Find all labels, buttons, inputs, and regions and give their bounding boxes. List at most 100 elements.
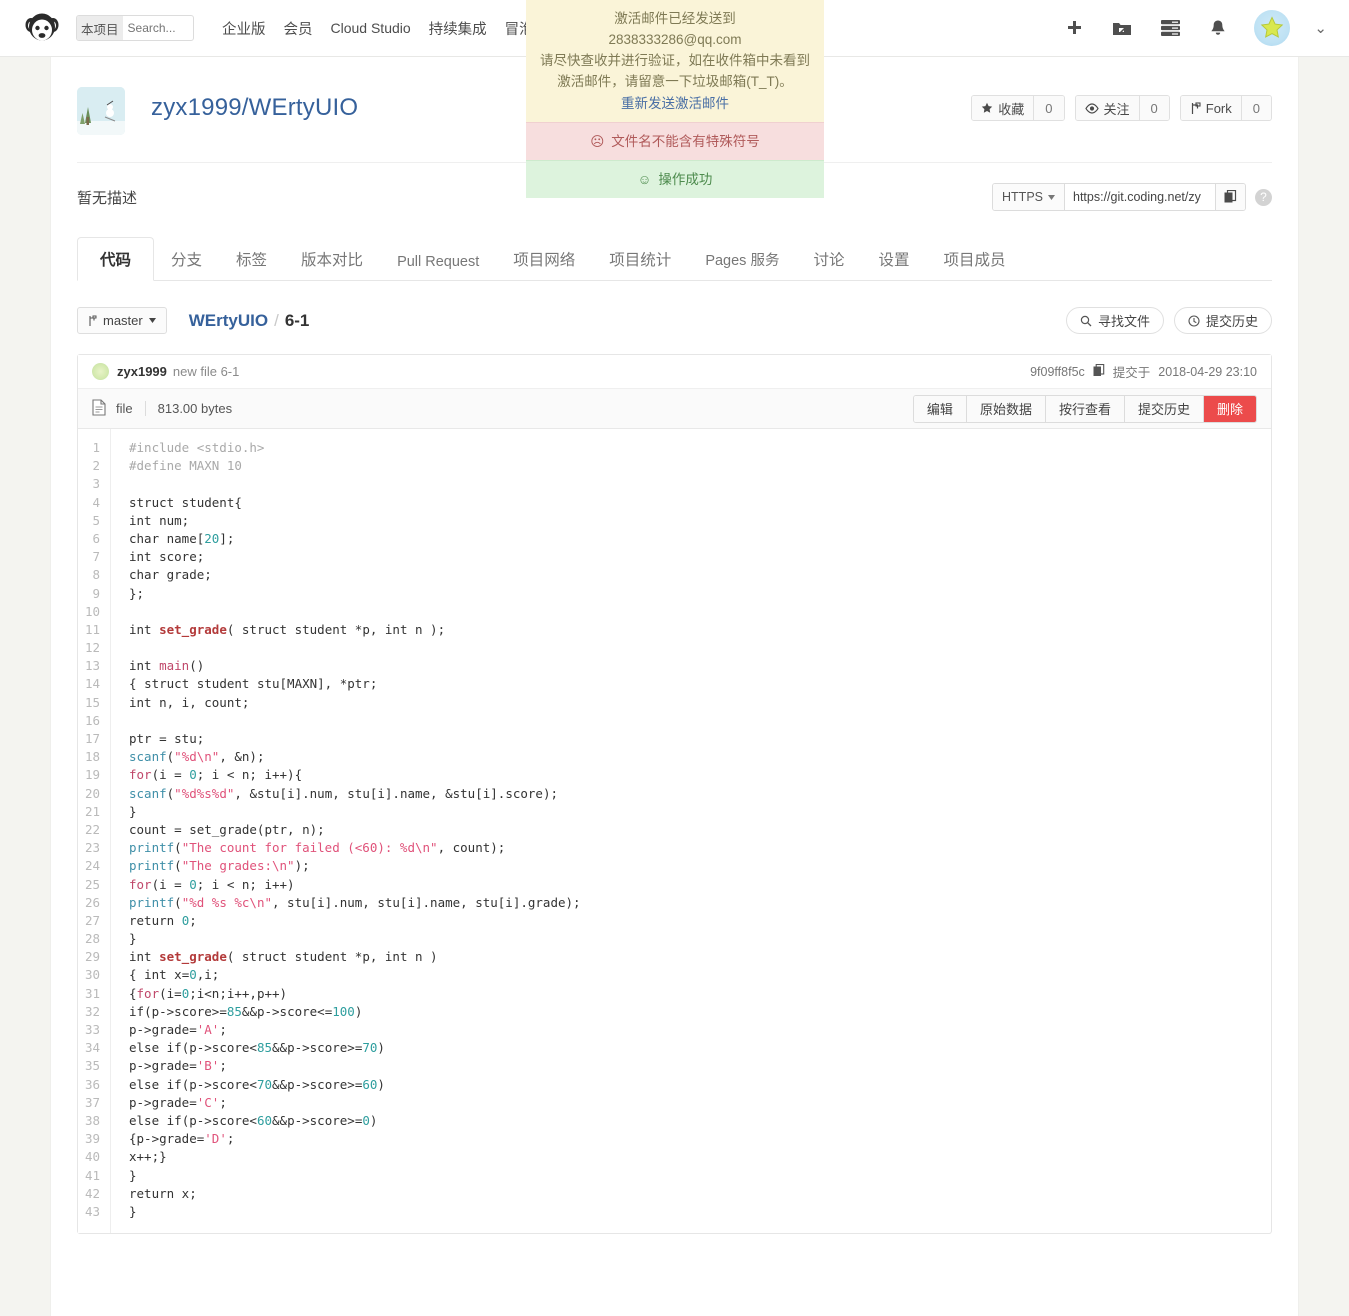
- history-button[interactable]: 提交历史: [1124, 395, 1204, 422]
- line-number[interactable]: 40: [78, 1148, 100, 1166]
- tab-branches[interactable]: 分支: [154, 237, 219, 281]
- edit-button[interactable]: 编辑: [913, 395, 967, 422]
- clone-url-box[interactable]: HTTPS https://git.coding.net/zy: [992, 183, 1246, 211]
- nav-ci[interactable]: 持续集成: [429, 18, 487, 39]
- line-number[interactable]: 37: [78, 1094, 100, 1112]
- line-number[interactable]: 10: [78, 603, 100, 621]
- line-number[interactable]: 20: [78, 785, 100, 803]
- line-number[interactable]: 22: [78, 821, 100, 839]
- code-content[interactable]: #include <stdio.h> #define MAXN 10 struct…: [111, 429, 1271, 1233]
- line-number[interactable]: 19: [78, 766, 100, 784]
- clone-url-input[interactable]: https://git.coding.net/zy: [1065, 184, 1215, 210]
- line-number[interactable]: 35: [78, 1057, 100, 1075]
- nav-enterprise[interactable]: 企业版: [222, 18, 266, 39]
- line-number[interactable]: 31: [78, 985, 100, 1003]
- blame-button[interactable]: 按行查看: [1045, 395, 1125, 422]
- chevron-down-icon: [148, 318, 156, 323]
- line-number[interactable]: 27: [78, 912, 100, 930]
- commit-author-name[interactable]: zyx1999: [117, 364, 167, 379]
- line-number[interactable]: 39: [78, 1130, 100, 1148]
- line-number[interactable]: 1: [78, 439, 100, 457]
- server-list-icon[interactable]: [1158, 16, 1182, 40]
- bell-icon[interactable]: [1206, 16, 1230, 40]
- search-input[interactable]: [122, 20, 193, 36]
- find-file-button[interactable]: 寻找文件: [1065, 307, 1164, 334]
- line-number[interactable]: 42: [78, 1185, 100, 1203]
- search-box[interactable]: 本项目: [76, 15, 194, 41]
- line-number[interactable]: 23: [78, 839, 100, 857]
- line-number[interactable]: 4: [78, 494, 100, 512]
- tab-tags[interactable]: 标签: [219, 237, 284, 281]
- code-line: int main(): [129, 658, 205, 674]
- folder-share-icon[interactable]: [1110, 16, 1134, 40]
- plus-icon[interactable]: [1062, 16, 1086, 40]
- user-avatar[interactable]: [1254, 10, 1291, 46]
- line-number[interactable]: 36: [78, 1076, 100, 1094]
- line-number[interactable]: 33: [78, 1021, 100, 1039]
- commit-history-button[interactable]: 提交历史: [1173, 307, 1272, 334]
- tab-compare[interactable]: 版本对比: [284, 237, 380, 281]
- fork-button[interactable]: Fork: [1180, 96, 1242, 120]
- coding-monkey-logo[interactable]: [22, 8, 62, 48]
- page-title[interactable]: zyx1999/WErtyUIO: [151, 87, 358, 122]
- tab-members[interactable]: 项目成员: [927, 237, 1023, 281]
- tab-discussion[interactable]: 讨论: [796, 237, 861, 281]
- line-number[interactable]: 32: [78, 1003, 100, 1021]
- line-number[interactable]: 15: [78, 694, 100, 712]
- code-line: p->grade='A';: [129, 1022, 227, 1037]
- nav-cloud-studio[interactable]: Cloud Studio: [331, 20, 411, 36]
- line-number[interactable]: 13: [78, 657, 100, 675]
- line-number[interactable]: 28: [78, 930, 100, 948]
- fork-stat-group[interactable]: Fork 0: [1179, 95, 1272, 121]
- line-number[interactable]: 21: [78, 803, 100, 821]
- line-number[interactable]: 11: [78, 621, 100, 639]
- line-number[interactable]: 17: [78, 730, 100, 748]
- line-number[interactable]: 43: [78, 1203, 100, 1221]
- line-number[interactable]: 12: [78, 639, 100, 657]
- line-number[interactable]: 5: [78, 512, 100, 530]
- watch-stat-group[interactable]: 关注 0: [1074, 95, 1170, 121]
- line-number[interactable]: 7: [78, 548, 100, 566]
- commit-hash[interactable]: 9f09ff8f5c: [1030, 365, 1085, 379]
- tab-network[interactable]: 项目网络: [496, 237, 592, 281]
- chevron-down-icon[interactable]: ⌄: [1314, 19, 1327, 37]
- watch-count: 0: [1139, 96, 1169, 120]
- line-number[interactable]: 41: [78, 1167, 100, 1185]
- flash-message-stack: 激活邮件已经发送到 2838333286@qq.com 请尽快查收并进行验证，如…: [526, 0, 824, 198]
- tab-pull-request[interactable]: Pull Request: [380, 243, 496, 281]
- line-number[interactable]: 6: [78, 530, 100, 548]
- line-number[interactable]: 16: [78, 712, 100, 730]
- breadcrumb-repo[interactable]: WErtyUIO: [189, 311, 268, 330]
- line-number[interactable]: 34: [78, 1039, 100, 1057]
- line-number[interactable]: 38: [78, 1112, 100, 1130]
- line-number[interactable]: 30: [78, 966, 100, 984]
- star-stat-group[interactable]: 收藏 0: [971, 95, 1065, 121]
- raw-button[interactable]: 原始数据: [966, 395, 1046, 422]
- tab-pages[interactable]: Pages 服务: [688, 238, 796, 281]
- nav-member[interactable]: 会员: [284, 18, 313, 39]
- line-number[interactable]: 8: [78, 566, 100, 584]
- tab-statistics[interactable]: 项目统计: [592, 237, 688, 281]
- delete-button[interactable]: 删除: [1203, 395, 1256, 422]
- line-number[interactable]: 26: [78, 894, 100, 912]
- line-number[interactable]: 18: [78, 748, 100, 766]
- line-number[interactable]: 3: [78, 475, 100, 493]
- line-number[interactable]: 24: [78, 857, 100, 875]
- tab-code[interactable]: 代码: [77, 237, 155, 281]
- resend-activation-email-link[interactable]: 重新发送激活邮件: [536, 93, 814, 114]
- branch-selector[interactable]: master: [77, 307, 167, 334]
- question-icon[interactable]: ?: [1255, 188, 1272, 206]
- copy-icon[interactable]: [1215, 184, 1245, 210]
- watch-button[interactable]: 关注: [1075, 96, 1140, 120]
- line-number[interactable]: 14: [78, 675, 100, 693]
- line-number[interactable]: 25: [78, 876, 100, 894]
- star-button[interactable]: 收藏: [972, 96, 1035, 120]
- tab-settings[interactable]: 设置: [861, 237, 926, 281]
- line-number[interactable]: 9: [78, 585, 100, 603]
- clone-protocol-select[interactable]: HTTPS: [993, 184, 1065, 210]
- flash-activation-email: 激活邮件已经发送到 2838333286@qq.com 请尽快查收并进行验证，如…: [526, 0, 824, 122]
- page-shell: zyx1999/WErtyUIO 收藏 0 关注 0 Fork 0 暂无描述 H…: [50, 57, 1299, 1316]
- line-number[interactable]: 2: [78, 457, 100, 475]
- copy-icon[interactable]: [1093, 363, 1105, 380]
- line-number[interactable]: 29: [78, 948, 100, 966]
